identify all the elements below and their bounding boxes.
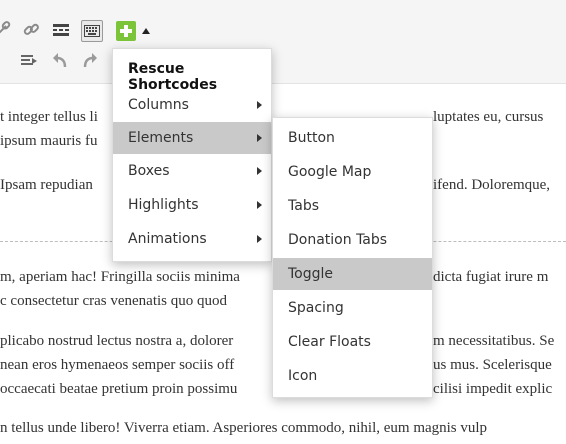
menu-item-label: Elements (128, 130, 194, 146)
chevron-right-icon (257, 101, 262, 109)
menu-item-columns[interactable]: Columns (113, 89, 271, 121)
submenu-item-icon[interactable]: Icon (273, 360, 432, 392)
submenu-item-donation-tabs[interactable]: Donation Tabs (273, 224, 432, 256)
paragraph-line: c consectetur cras venenatis quo quod (0, 293, 227, 309)
chevron-right-icon (257, 235, 262, 243)
paragraph-line: ipsum mauris fu (0, 133, 98, 149)
elements-submenu: Button Google Map Tabs Donation Tabs Tog… (272, 117, 433, 398)
chevron-right-icon (257, 201, 262, 209)
link-icon[interactable] (0, 19, 14, 41)
paragraph-line: plicabo nostrud lectus nostra a, dolorer (0, 333, 234, 349)
chevron-right-icon (257, 167, 262, 175)
submenu-item-button[interactable]: Button (273, 122, 432, 154)
paragraph-line: m, aperiam hac! Fringilla sociis minima (0, 269, 240, 285)
toolbar-toggle-icon[interactable] (81, 20, 103, 42)
editor-toolbar (0, 0, 566, 84)
menu-item-label: Columns (128, 97, 189, 113)
paragraph-line: t integer tellus li (0, 109, 98, 125)
paragraph-line: Ipsam repudian (0, 177, 93, 193)
menu-item-label: Highlights (128, 197, 199, 213)
unlink-icon[interactable] (20, 19, 42, 41)
more-tag-icon[interactable] (50, 19, 72, 41)
submenu-item-tabs[interactable]: Tabs (273, 190, 432, 222)
submenu-item-toggle[interactable]: Toggle (273, 258, 432, 290)
shortcodes-menu: Rescue Shortcodes Columns Elements Boxes… (112, 48, 272, 262)
dropdown-caret-icon[interactable] (142, 28, 150, 34)
paragraph-fragment: luptates eu, cursus (433, 109, 544, 125)
paragraph-fragment: cilisi impedit explic (433, 381, 553, 397)
paragraph-line: occaecati beatae pretium proin possimu (0, 381, 238, 397)
add-shortcode-icon[interactable] (116, 21, 136, 41)
paste-text-icon[interactable] (18, 50, 40, 72)
menu-item-highlights[interactable]: Highlights (113, 189, 271, 221)
menu-item-animations[interactable]: Animations (113, 223, 271, 255)
paragraph-line: n tellus unde libero! Viverra etiam. Asp… (0, 420, 488, 436)
submenu-item-clear-floats[interactable]: Clear Floats (273, 326, 432, 358)
menu-item-label: Animations (128, 231, 207, 247)
paragraph-fragment: us mus. Scelerisque (433, 357, 552, 373)
paragraph-fragment: ifend. Doloremque, (433, 177, 551, 193)
submenu-item-google-map[interactable]: Google Map (273, 156, 432, 188)
paragraph-fragment: dicta fugiat irure m (433, 269, 549, 285)
menu-item-elements[interactable]: Elements (113, 122, 271, 154)
menu-item-label: Boxes (128, 163, 170, 179)
paragraph-line: nean eros hymenaeos semper sociis off (0, 357, 235, 373)
paragraph-fragment: m necessitatibus. Se (433, 333, 555, 349)
redo-icon[interactable] (79, 50, 101, 72)
chevron-right-icon (257, 134, 262, 142)
submenu-item-spacing[interactable]: Spacing (273, 292, 432, 324)
menu-item-boxes[interactable]: Boxes (113, 155, 271, 187)
undo-icon[interactable] (49, 50, 71, 72)
